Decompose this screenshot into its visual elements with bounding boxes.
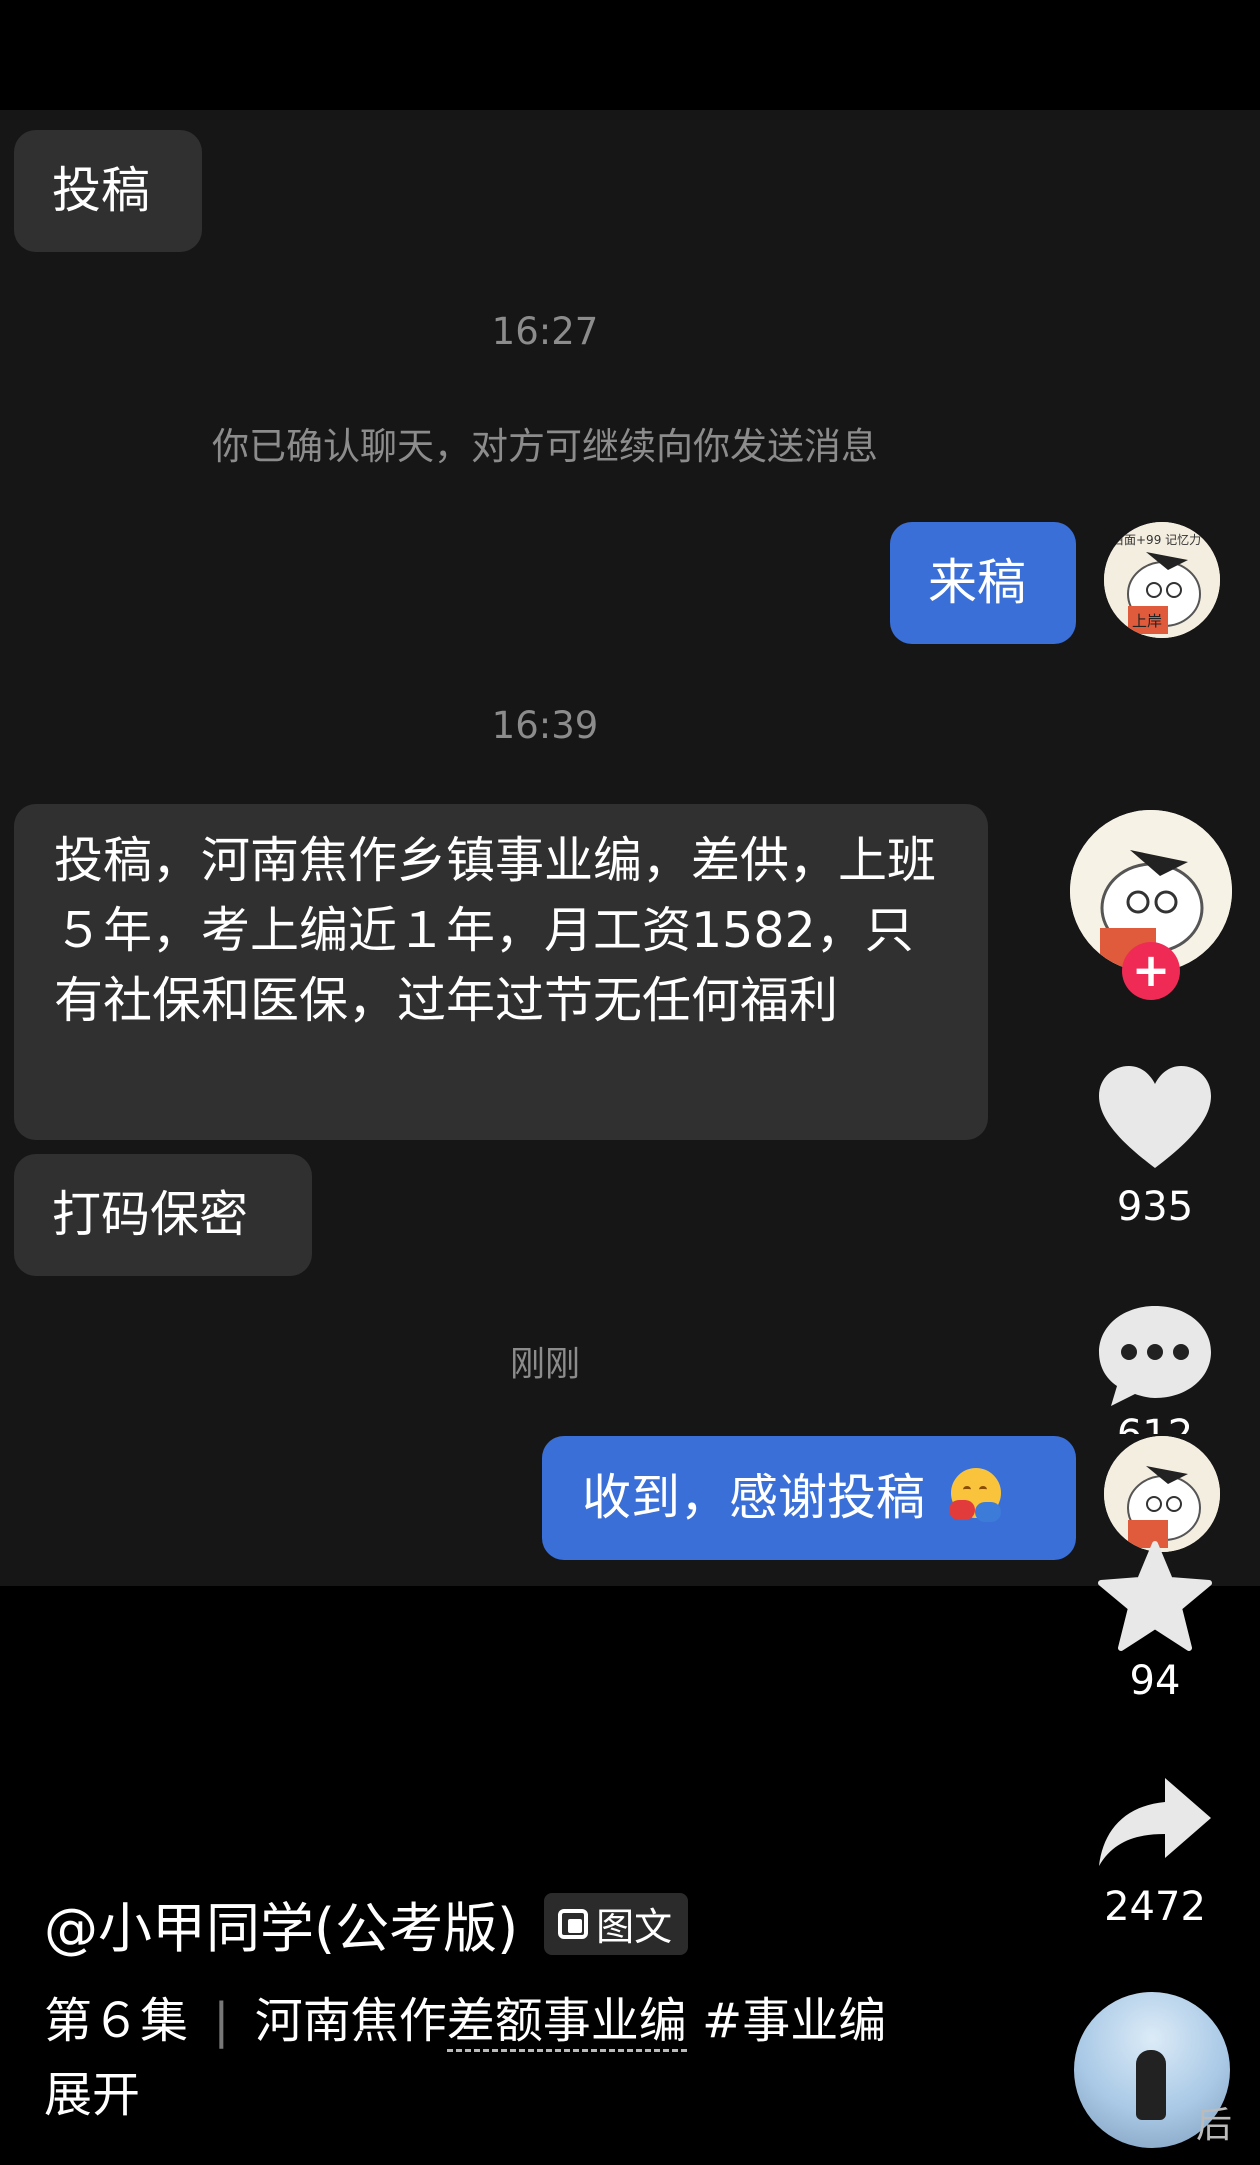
cat-avatar-illustration: 白面+99 记忆力 上岸 <box>1104 522 1220 638</box>
heart-icon <box>1099 1066 1211 1168</box>
comment-count: 612 <box>1090 1412 1220 1434</box>
episode-label: 第６集 <box>44 1993 189 2049</box>
timestamp: 刚刚 <box>509 1345 580 1385</box>
star-icon <box>1098 1541 1212 1651</box>
svg-text:上岸: 上岸 <box>1132 612 1162 630</box>
comment-button[interactable]: 612 <box>1090 1300 1220 1440</box>
svg-text:白面+99 记忆力: 白面+99 记忆力 <box>1112 532 1201 547</box>
separator: | <box>213 1993 230 2049</box>
message-bubble-outgoing: 来稿 <box>890 522 1076 644</box>
post-title: 河南焦作 <box>254 1993 447 2049</box>
system-notice: 你已确认聊天，对方可继续向你发送消息 <box>212 425 878 468</box>
favorite-button[interactable]: 94 <box>1090 1540 1220 1710</box>
favorite-count: 94 <box>1129 1658 1181 1704</box>
hashtag-link[interactable]: #事业编 <box>702 1993 886 2049</box>
message-text: 来稿 <box>928 554 1027 611</box>
self-avatar: 白面+99 记忆力 上岸 <box>1104 522 1220 638</box>
message-bubble-outgoing: 收到，感谢投稿 <box>542 1436 1076 1560</box>
keyword-link[interactable]: 差额事业编 <box>446 1993 687 2052</box>
like-button[interactable]: 935 <box>1090 1064 1220 1234</box>
post-type-badge: 图文 <box>544 1892 689 1955</box>
watermark-text: 后 <box>1196 2105 1233 2146</box>
cat-avatar-illustration <box>1104 1436 1220 1552</box>
like-count: 935 <box>1116 1184 1194 1230</box>
follow-plus-button[interactable]: + <box>1122 942 1180 1000</box>
timestamp: 16:27 <box>491 310 599 353</box>
share-button[interactable]: 2472 <box>1090 1772 1220 1942</box>
author-avatar-button[interactable]: + <box>1068 810 1236 1000</box>
message-text: 投稿 <box>52 162 151 219</box>
message-text: 投稿，河南焦作乡镇事业编，差供，上班５年，考上编近１年，月工资1582，只有社保… <box>54 832 937 1029</box>
author-name-link[interactable]: @小甲同学(公考版) <box>44 1884 518 1963</box>
message-bubble-incoming: 投稿 <box>14 130 202 252</box>
comment-icon <box>1099 1306 1211 1406</box>
person-silhouette <box>1136 2050 1166 2120</box>
post-type-label: 图文 <box>596 1905 673 1949</box>
image-text-icon <box>558 1908 589 1939</box>
share-count: 2472 <box>1104 1884 1206 1930</box>
self-avatar <box>1104 1436 1220 1552</box>
message-text: 打码保密 <box>52 1186 249 1243</box>
expand-button[interactable]: 展开 <box>44 2055 1044 2125</box>
post-info: @小甲同学(公考版) 图文 第６集 | 河南焦作差额事业编 #事业编 展开 <box>44 1884 1044 2125</box>
message-text: 收到，感谢投稿 <box>582 1469 926 1526</box>
timestamp: 16:39 <box>491 704 599 747</box>
message-bubble-incoming: 投稿，河南焦作乡镇事业编，差供，上班５年，考上编近１年，月工资1582，只有社保… <box>14 804 988 1140</box>
share-arrow-icon <box>1099 1778 1211 1866</box>
message-bubble-incoming: 打码保密 <box>14 1154 312 1276</box>
hugging-emoji-icon <box>947 1466 1005 1524</box>
